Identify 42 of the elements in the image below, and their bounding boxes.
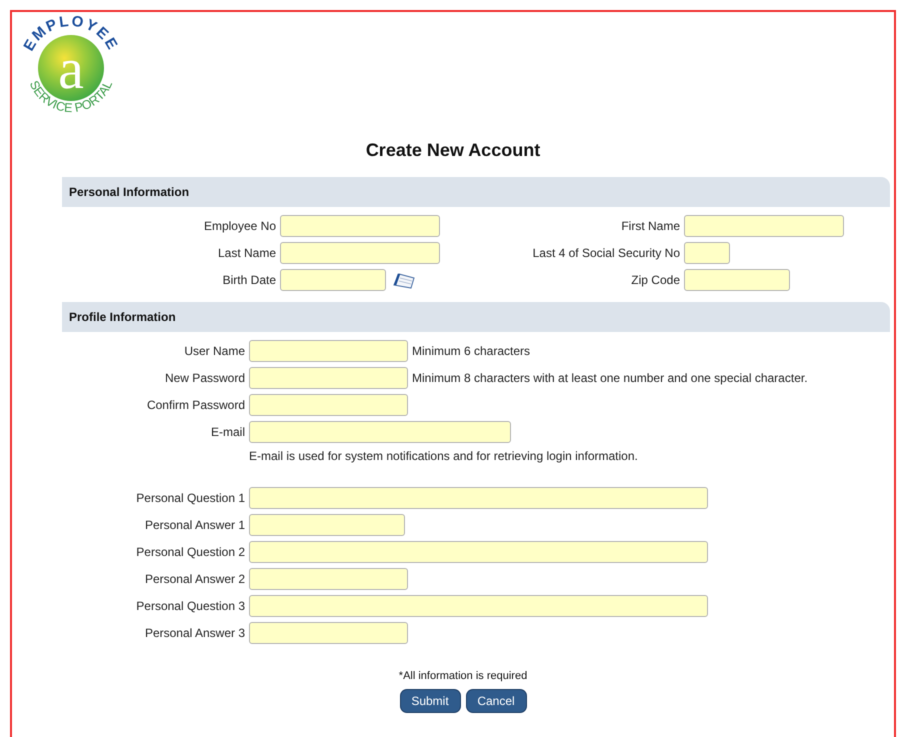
input-field[interactable] (249, 394, 408, 416)
input-field[interactable] (249, 514, 405, 536)
input-field[interactable] (249, 568, 408, 590)
field-label: Personal Question 2 (136, 545, 246, 559)
field-label: First Name (621, 219, 681, 233)
page-title: Create New Account (366, 140, 540, 161)
calendar-icon[interactable] (392, 271, 416, 289)
field-label: Personal Answer 3 (144, 626, 246, 640)
field-label: Personal Question 3 (136, 599, 246, 613)
field-label: Employee No (204, 219, 277, 233)
submit-button[interactable]: Submit (400, 690, 460, 712)
input-field[interactable] (249, 421, 511, 443)
field-label: Personal Answer 2 (144, 572, 246, 586)
input-field[interactable] (249, 622, 408, 644)
field-label: Zip Code (631, 273, 681, 287)
input-field[interactable] (249, 541, 708, 563)
input-field[interactable] (249, 595, 708, 617)
input-field[interactable] (684, 242, 730, 264)
input-field[interactable] (249, 487, 708, 509)
field-label: Birth Date (222, 273, 277, 287)
input-field[interactable] (249, 367, 408, 389)
field-label: Last Name (218, 246, 277, 260)
required-note: *All information is required (398, 670, 528, 682)
input-field[interactable] (684, 269, 790, 291)
input-field[interactable] (280, 242, 440, 264)
field-label: Confirm Password (146, 398, 246, 412)
cancel-button[interactable]: Cancel (466, 690, 526, 712)
input-field[interactable] (280, 215, 440, 237)
field-hint: Minimum 8 characters with at least one number and one special character. (412, 371, 808, 385)
field-note: E-mail is used for system notifications and for retrieving login information. (249, 449, 638, 463)
field-hint: Minimum 6 characters (412, 344, 530, 358)
field-label: Last 4 of Social Security No (532, 246, 681, 260)
section-header: Profile Information (62, 302, 890, 332)
field-label: Personal Question 1 (136, 491, 246, 505)
input-field[interactable] (249, 340, 408, 362)
section-header: Personal Information (62, 177, 890, 207)
field-label: User Name (184, 344, 246, 358)
field-label: New Password (164, 371, 246, 385)
field-label: Personal Answer 1 (144, 518, 246, 532)
input-field[interactable] (280, 269, 386, 291)
input-field[interactable] (684, 215, 844, 237)
field-label: E-mail (210, 425, 246, 439)
